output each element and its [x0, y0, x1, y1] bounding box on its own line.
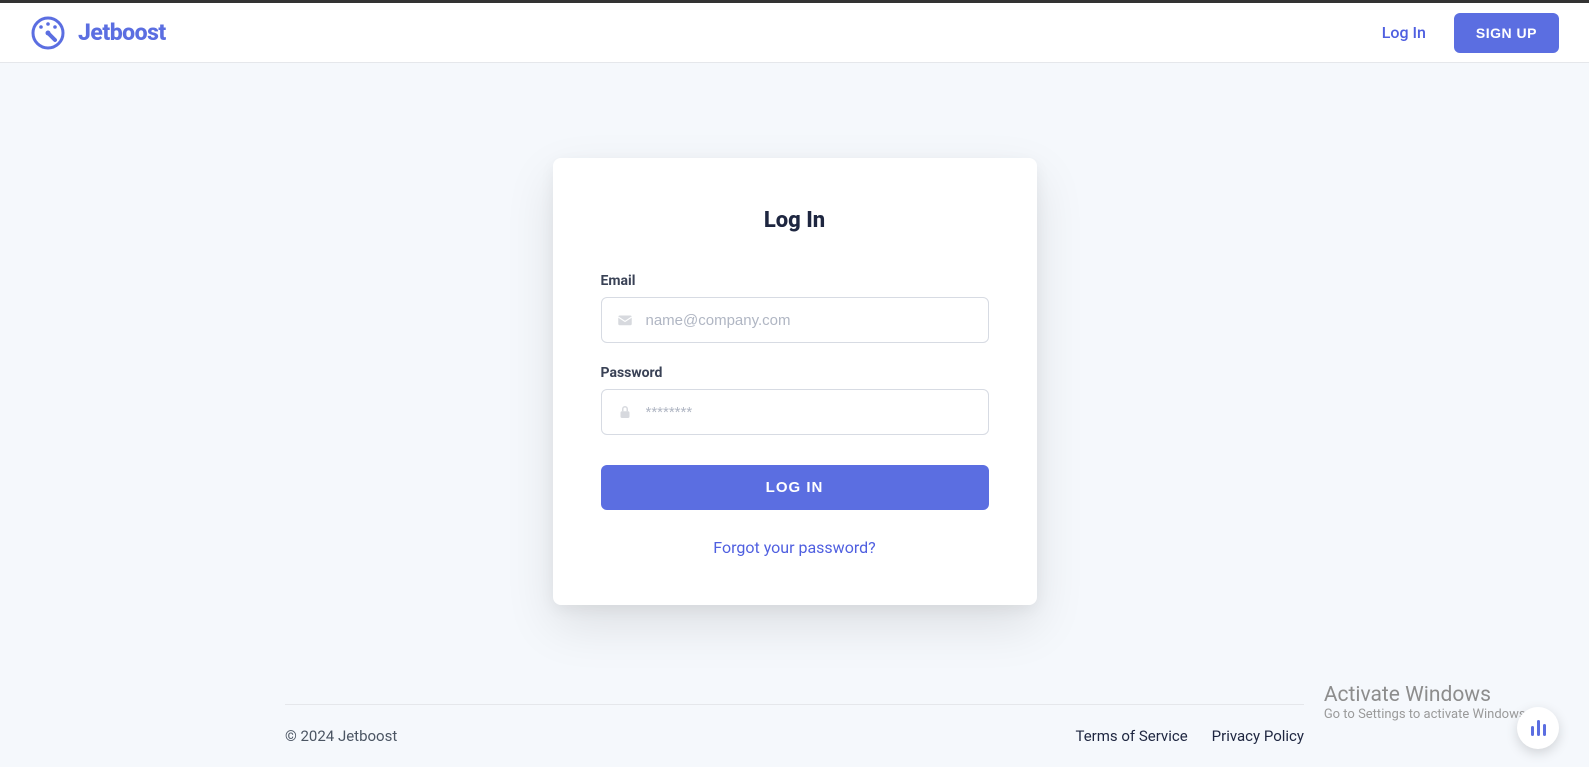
login-submit-button[interactable]: LOG IN [601, 465, 989, 510]
chat-widget-button[interactable] [1517, 707, 1559, 749]
email-label: Email [601, 273, 989, 289]
footer: © 2024 Jetboost Terms of Service Privacy… [285, 704, 1304, 767]
main-content: Log In Email Password LOG IN F [0, 63, 1589, 704]
brand-logo[interactable]: Jetboost [30, 15, 166, 51]
password-label: Password [601, 365, 989, 381]
copyright-text: © 2024 Jetboost [285, 727, 397, 745]
header-bar: Jetboost Log In SIGN UP [0, 3, 1589, 63]
signup-button[interactable]: SIGN UP [1454, 13, 1559, 53]
footer-links: Terms of Service Privacy Policy [1075, 727, 1304, 745]
header-nav: Log In SIGN UP [1382, 13, 1559, 53]
privacy-link[interactable]: Privacy Policy [1212, 727, 1304, 745]
password-input-wrap[interactable] [601, 389, 989, 435]
terms-link[interactable]: Terms of Service [1075, 727, 1187, 745]
forgot-password-link[interactable]: Forgot your password? [601, 538, 989, 557]
login-card: Log In Email Password LOG IN F [553, 158, 1037, 605]
mail-icon [616, 311, 634, 329]
watermark-sub: Go to Settings to activate Windows. [1324, 707, 1529, 722]
gauge-icon [30, 15, 66, 51]
login-link[interactable]: Log In [1382, 23, 1426, 42]
email-group: Email [601, 273, 989, 343]
brand-name: Jetboost [78, 19, 166, 46]
email-input-wrap[interactable] [601, 297, 989, 343]
password-input[interactable] [646, 404, 974, 421]
password-group: Password [601, 365, 989, 435]
lock-icon [616, 403, 634, 421]
chat-bars-icon [1531, 720, 1546, 736]
card-title: Log In [601, 208, 989, 233]
email-input[interactable] [646, 312, 974, 329]
